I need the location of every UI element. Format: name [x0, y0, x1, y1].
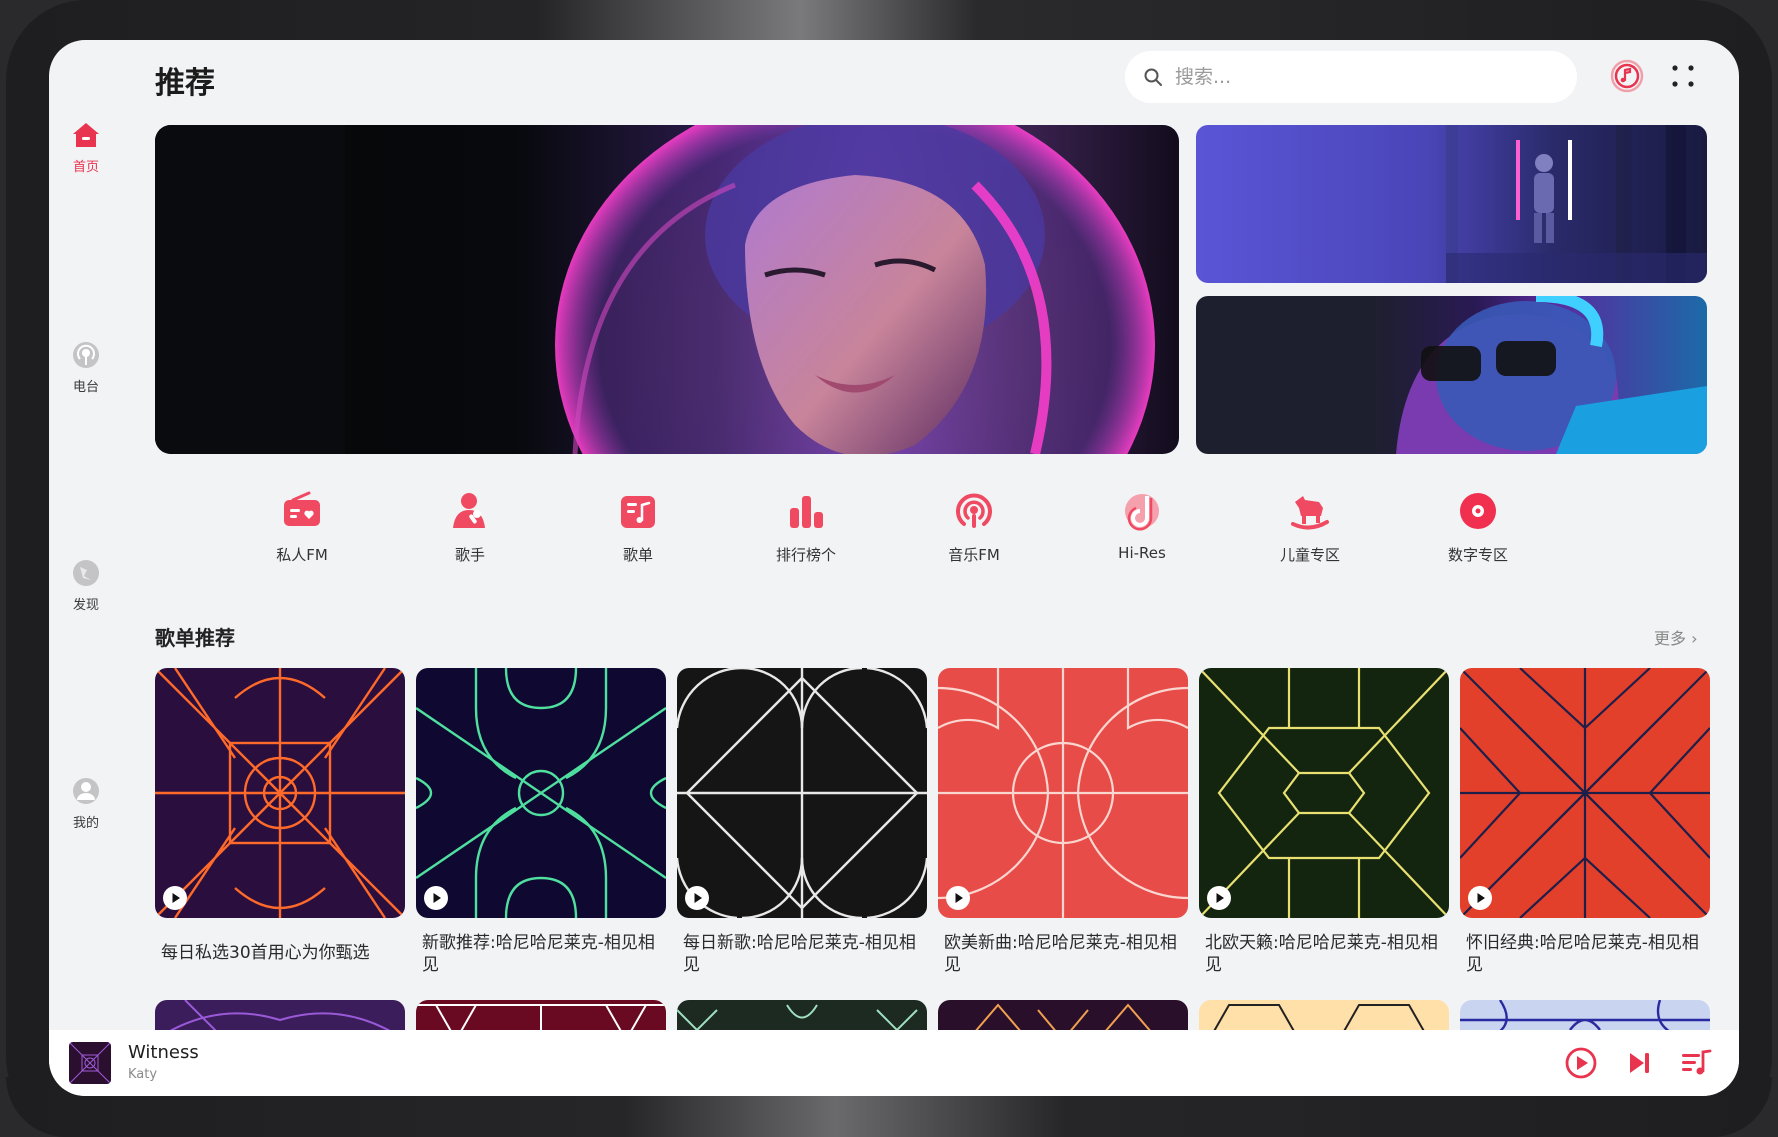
mini-player: Witness Katy	[49, 1030, 1739, 1096]
more-label: 更多	[1654, 629, 1687, 648]
astronaut-woman-image	[155, 125, 1155, 454]
quick-entry-singer[interactable]: 歌手	[410, 490, 530, 565]
now-playing-title: Witness	[128, 1042, 199, 1063]
playlist-card[interactable]: 北欧天籁:哈尼哈尼莱克-相见相见	[1199, 668, 1449, 976]
sidebar-item-discover[interactable]: 发现	[49, 558, 123, 613]
geometric-cover-image	[1460, 668, 1710, 918]
search-icon	[1144, 68, 1162, 86]
chevron-right-icon: ›	[1691, 629, 1698, 648]
sidebar-item-label: 发现	[72, 598, 99, 613]
banner-side-man[interactable]	[1196, 296, 1707, 454]
playlist-name: 每日私选30首用心为你甄选	[161, 943, 370, 963]
quick-entry-label: 儿童专区	[1279, 546, 1340, 564]
sidebar: 首页 电台 发现 我的	[49, 40, 123, 1030]
play-icon[interactable]	[424, 886, 448, 910]
quick-entry-label: 音乐FM	[948, 546, 1000, 564]
quick-entry-playlist[interactable]: 歌单	[578, 490, 698, 565]
grid-menu-icon[interactable]	[1665, 58, 1701, 94]
banner-main[interactable]	[155, 125, 1179, 454]
page-title: 推荐	[155, 66, 215, 101]
geometric-cover-image	[69, 1042, 111, 1084]
quick-entry-digital[interactable]: 数字专区	[1418, 490, 1538, 565]
playlist-name: 北欧天籁:哈尼哈尼莱克-相见相见	[1205, 933, 1438, 975]
app-screen: 首页 电台 发现 我的 推荐 搜索... 私人FM 歌手 歌单 排行榜个 音乐F…	[49, 40, 1739, 1096]
sidebar-item-label: 首页	[72, 160, 99, 175]
astronaut-forest-image	[1446, 125, 1707, 283]
playlist-name: 欧美新曲:哈尼哈尼莱克-相见相见	[944, 933, 1177, 975]
singer-icon	[453, 493, 485, 528]
quick-entry-label: 排行榜个	[775, 546, 836, 564]
hires-icon	[1125, 494, 1159, 531]
quick-entry-fm[interactable]: 私人FM	[242, 490, 362, 565]
sidebar-item-radio[interactable]: 电台	[49, 340, 123, 395]
quick-entry-kids[interactable]: 儿童专区	[1250, 490, 1370, 565]
play-icon[interactable]	[946, 886, 970, 910]
quick-entry-musicfm[interactable]: 音乐FM	[914, 490, 1034, 565]
chart-bars-icon	[790, 496, 823, 528]
playlist-icon	[621, 496, 655, 528]
playlist-cover	[1460, 668, 1710, 918]
podcast-icon	[956, 493, 992, 528]
quick-entry-label: 歌单	[622, 546, 653, 564]
user-icon	[73, 778, 99, 804]
geometric-cover-image	[677, 668, 927, 918]
music-recognize-icon[interactable]	[1609, 58, 1645, 94]
banner-side-forest[interactable]	[1196, 125, 1707, 283]
playlist-name: 每日新歌:哈尼哈尼莱克-相见相见	[683, 933, 916, 975]
radio-icon	[73, 342, 99, 368]
play-icon[interactable]	[685, 886, 709, 910]
playlist-cover	[416, 668, 666, 918]
now-playing-artist: Katy	[128, 1067, 158, 1082]
geometric-cover-image	[938, 668, 1188, 918]
playlist-card[interactable]: 怀旧经典:哈尼哈尼莱克-相见相见	[1460, 668, 1710, 976]
man-headphones-image	[1396, 296, 1707, 454]
playlist-cover	[938, 668, 1188, 918]
playlist-card[interactable]: 每日新歌:哈尼哈尼莱克-相见相见	[677, 668, 927, 976]
vinyl-disc-icon	[1460, 493, 1496, 529]
now-playing-cover[interactable]	[69, 1042, 111, 1084]
sidebar-item-label: 电台	[72, 380, 99, 395]
sidebar-item-home[interactable]: 首页	[49, 120, 123, 175]
geometric-cover-image	[416, 668, 666, 918]
playlist-card[interactable]: 新歌推荐:哈尼哈尼莱克-相见相见	[416, 668, 666, 976]
geometric-cover-image	[155, 668, 405, 918]
playlist-cover	[1199, 668, 1449, 918]
quick-entry-charts[interactable]: 排行榜个	[746, 490, 866, 565]
section-title: 歌单推荐	[155, 626, 235, 650]
more-link[interactable]: 更多 ›	[1654, 625, 1698, 649]
discover-icon	[73, 560, 99, 586]
home-icon	[73, 123, 99, 147]
search-input[interactable]	[1175, 66, 1535, 88]
playlist-cover	[155, 668, 405, 918]
playlist-card[interactable]: 欧美新曲:哈尼哈尼莱克-相见相见	[938, 668, 1188, 976]
quick-entry-label: 私人FM	[276, 546, 328, 564]
quick-entry-label: 歌手	[454, 546, 485, 564]
play-icon[interactable]	[163, 886, 187, 910]
play-icon[interactable]	[1207, 886, 1231, 910]
rocking-horse-icon	[1291, 496, 1329, 530]
playlist-queue-icon[interactable]	[1679, 1046, 1713, 1080]
playlist-name: 怀旧经典:哈尼哈尼莱克-相见相见	[1466, 933, 1699, 975]
play-circle-icon[interactable]	[1564, 1046, 1598, 1080]
quick-entry-hires[interactable]: Hi-Res	[1082, 490, 1202, 562]
search-bar[interactable]	[1125, 51, 1577, 103]
quick-entry-label: Hi-Res	[1118, 544, 1166, 562]
play-icon[interactable]	[1468, 886, 1492, 910]
next-track-icon[interactable]	[1622, 1046, 1656, 1080]
sidebar-item-mine[interactable]: 我的	[49, 776, 123, 831]
playlist-name: 新歌推荐:哈尼哈尼莱克-相见相见	[422, 933, 655, 975]
fm-radio-icon	[284, 491, 320, 526]
sidebar-item-label: 我的	[72, 816, 99, 831]
playlist-card[interactable]: 每日私选30首用心为你甄选	[155, 668, 405, 964]
geometric-cover-image	[1199, 668, 1449, 918]
quick-entry-label: 数字专区	[1447, 546, 1508, 564]
playlist-cover	[677, 668, 927, 918]
